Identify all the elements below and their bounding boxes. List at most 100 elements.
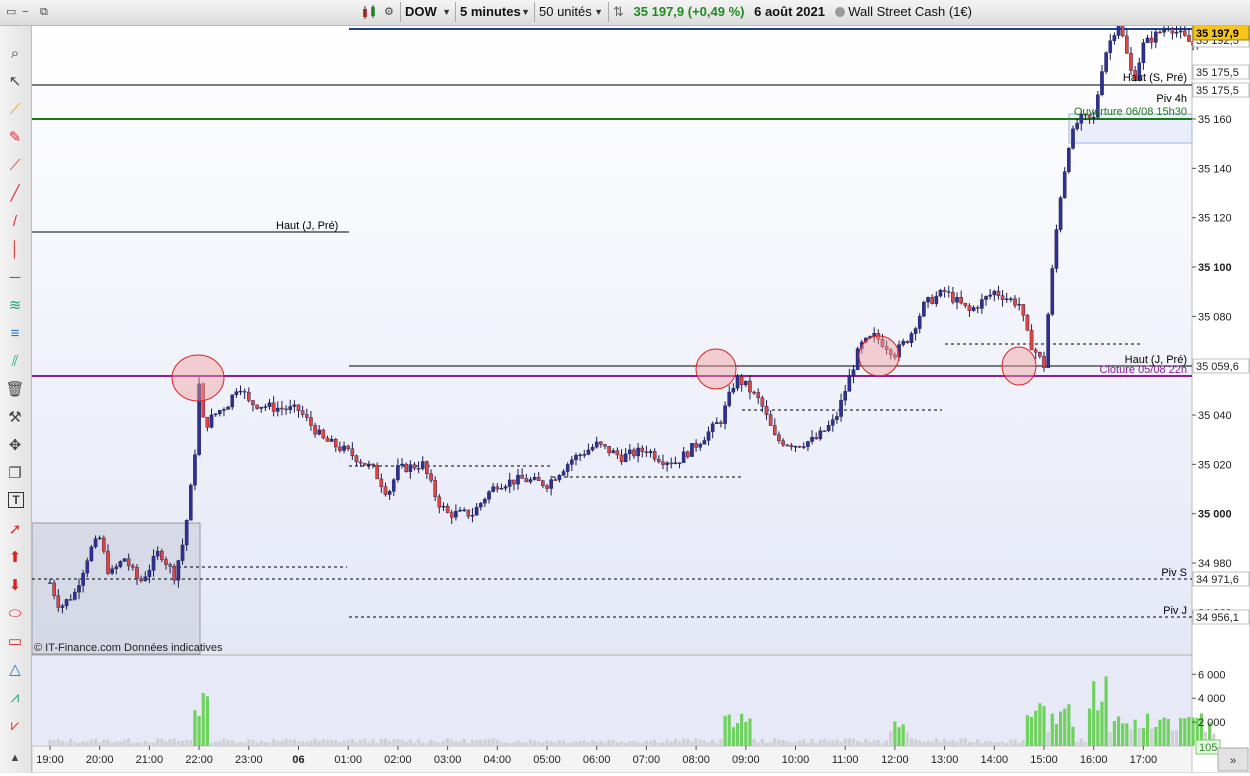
y-tick-label: 35 160 <box>1198 114 1232 126</box>
volume-bar <box>350 739 354 746</box>
maximize-window-icon[interactable]: ⧉ <box>40 4 48 20</box>
segment-icon[interactable]: ⟋ <box>5 156 25 176</box>
minimize-window-icon[interactable]: − <box>22 4 28 20</box>
volume-bar <box>85 741 89 746</box>
move-icon[interactable]: ✥ <box>5 436 25 456</box>
volume-bar <box>1174 730 1179 746</box>
candle <box>1100 71 1104 95</box>
timeframe-select[interactable]: 5 minutes ▼ <box>455 2 536 22</box>
volume-bar <box>1058 711 1063 746</box>
candle <box>122 558 127 562</box>
horizontal-line-icon[interactable]: ─ <box>5 268 25 288</box>
candle <box>946 291 951 293</box>
candle <box>971 307 976 311</box>
volume-bar <box>603 742 607 746</box>
volume-bar <box>789 742 793 746</box>
candle <box>85 560 90 574</box>
candle <box>557 475 562 481</box>
symbol-select[interactable]: DOW ▼ <box>400 2 457 22</box>
candle <box>719 422 723 424</box>
ellipse-icon[interactable]: ⬭ <box>5 604 25 624</box>
candle <box>677 462 682 464</box>
annotation-label: Haut (S, Pré) <box>1123 72 1187 84</box>
restore-window-icon[interactable]: ▭ <box>6 4 16 20</box>
ruler-icon[interactable]: ⟋ <box>5 100 25 120</box>
zoom-icon[interactable]: ⌕ <box>5 44 25 64</box>
chart-area[interactable]: Haut (J, Pré) Haut (J, Pré) Haut (S, Pré) P… <box>31 18 1250 774</box>
pattern-icon[interactable]: ⩘ <box>5 688 25 708</box>
cursor-icon[interactable]: ↖ <box>5 72 25 92</box>
volume-bar <box>135 742 139 746</box>
candle <box>744 380 748 386</box>
units-select[interactable]: 50 unités ▼ <box>534 2 609 22</box>
candle <box>516 474 520 485</box>
price-change: 35 197,9 (+0,49 %) <box>633 4 745 19</box>
candle <box>52 582 56 596</box>
volume-bar <box>694 738 698 746</box>
candlestick-icon[interactable] <box>360 4 380 20</box>
candle <box>89 546 94 561</box>
candle <box>574 455 578 461</box>
x-tick-label: 07:00 <box>633 754 661 766</box>
vertical-line-icon[interactable]: │ <box>5 240 25 260</box>
channel-icon[interactable]: ⫽ <box>5 352 25 372</box>
volume-bar <box>98 742 102 746</box>
volume-bar <box>1158 719 1162 746</box>
candle <box>135 567 139 579</box>
pattern-alt-icon[interactable]: ⩗ <box>5 716 25 736</box>
volume-bar <box>740 713 744 746</box>
volume-bar <box>959 738 963 746</box>
ruler-alt-icon[interactable]: ✎ <box>5 128 25 148</box>
volume-bar <box>185 740 189 746</box>
candle <box>1174 31 1179 34</box>
line-icon[interactable]: ╱ <box>5 184 25 204</box>
tools-icon[interactable]: ⚒ <box>5 408 25 428</box>
volume-bar <box>1108 732 1112 746</box>
candle <box>520 474 524 479</box>
down-arrow-icon[interactable]: ⬇ <box>5 576 25 596</box>
collapse-icon[interactable]: ▲ <box>5 748 25 768</box>
candle <box>114 566 119 569</box>
volume-bar <box>1096 710 1100 746</box>
rectangle-icon[interactable]: ▭ <box>5 632 25 652</box>
trash-icon[interactable]: 🗑 <box>5 380 25 400</box>
candle <box>1029 329 1034 351</box>
export-icon[interactable]: ⇅ <box>613 4 624 19</box>
candle <box>234 391 239 396</box>
candle <box>408 464 413 472</box>
arrow-icon[interactable]: ➚ <box>5 520 25 540</box>
line-extended-icon[interactable]: / <box>5 212 25 232</box>
volume-bar <box>1104 676 1108 746</box>
annotation-label: Piv S <box>1161 567 1187 579</box>
candle <box>922 301 926 317</box>
up-arrow-icon[interactable]: ⬆ <box>5 548 25 568</box>
candle <box>938 289 943 297</box>
volume-bar <box>549 741 553 746</box>
fibonacci-icon[interactable]: ≋ <box>5 296 25 316</box>
volume-bar <box>127 738 131 746</box>
fibonacci-alt-icon[interactable]: ≡ <box>5 324 25 344</box>
candle <box>1009 298 1013 300</box>
price-level-label: 35 175,5 <box>1196 85 1239 97</box>
volume-bar <box>454 741 458 746</box>
quote-date: 6 août 2021 <box>754 4 825 19</box>
text-icon[interactable]: T <box>8 492 24 508</box>
candle <box>1129 52 1133 71</box>
x-tick-label: 19:00 <box>36 754 64 766</box>
volume-bar <box>1050 713 1054 746</box>
x-tick-label: 11:00 <box>832 754 859 766</box>
candle <box>288 406 293 410</box>
volume-bar <box>798 740 802 746</box>
volume-bar <box>872 740 876 746</box>
candle <box>561 471 566 476</box>
candle <box>926 297 930 303</box>
y-tick-label: 35 080 <box>1198 311 1232 323</box>
triangle-icon[interactable]: △ <box>5 660 25 680</box>
copy-icon[interactable]: ❐ <box>5 464 25 484</box>
price-chart[interactable]: Haut (J, Pré)Haut (J, Pré)Haut (S, Pré)P… <box>31 18 1250 774</box>
volume-bar <box>901 724 905 746</box>
candle <box>379 478 384 487</box>
volume-bar <box>280 740 284 746</box>
chart-settings-icon[interactable]: ⚙ <box>384 4 394 20</box>
volume-bar <box>1137 728 1141 746</box>
